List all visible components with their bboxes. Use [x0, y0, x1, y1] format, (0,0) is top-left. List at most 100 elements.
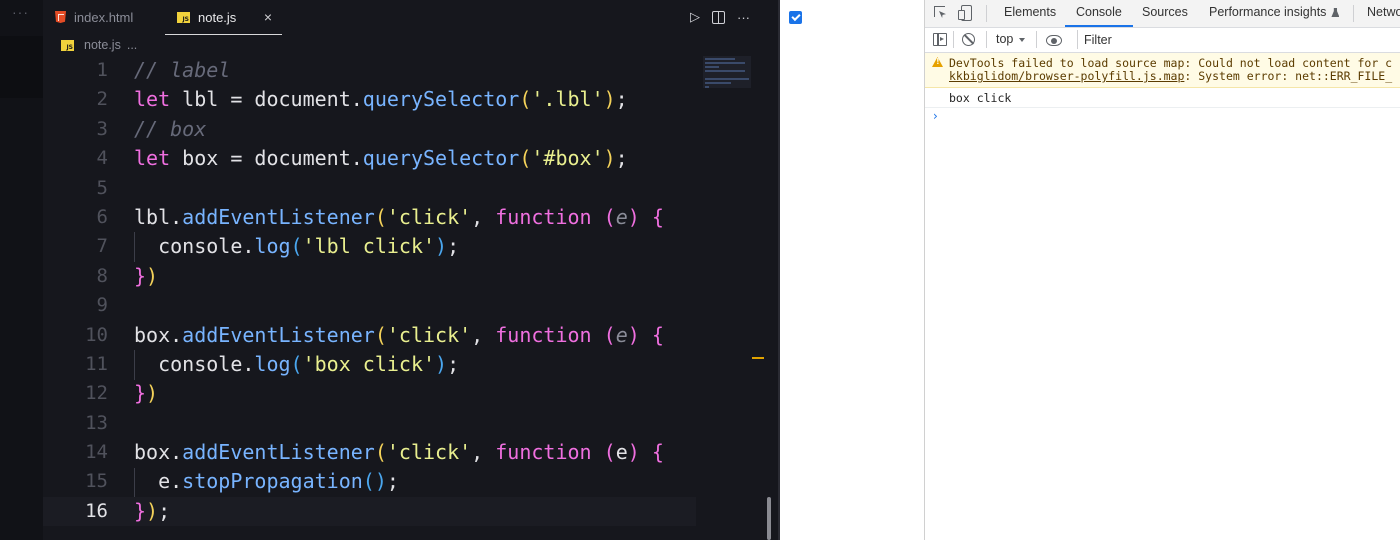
- code-line: 10 box.addEventListener('click', function…: [43, 321, 778, 350]
- code-line-current: 16});: [43, 496, 696, 527]
- divider: [1036, 31, 1037, 48]
- line-number: 13: [85, 411, 108, 434]
- code-text: box.addEventListener('click', function (…: [134, 440, 664, 465]
- tab-label: note.js: [198, 9, 237, 25]
- warning-text-continued: kkbiglidom/browser-polyfill.js.map: Syst…: [949, 69, 1392, 83]
- tab-note-js[interactable]: JS note.js ×: [165, 0, 282, 35]
- code-editor: ··· index.html JS note.js × ▷ ··· JS not…: [0, 0, 778, 540]
- tab-sources[interactable]: Sources: [1142, 0, 1188, 26]
- warning-text-rest: : System error: net::ERR_FILE_: [1184, 69, 1393, 83]
- code-line: 1 // label: [43, 56, 778, 85]
- breadcrumb-file[interactable]: note.js: [84, 38, 121, 52]
- more-icon[interactable]: ···: [12, 4, 29, 20]
- run-icon[interactable]: ▷: [690, 9, 700, 25]
- source-map-link[interactable]: kkbiglidom/browser-polyfill.js.map: [949, 69, 1184, 83]
- js-file-icon: JS: [177, 11, 190, 23]
- tab-elements[interactable]: Elements: [1004, 0, 1056, 26]
- line-number: 14: [85, 441, 108, 464]
- more-actions-icon[interactable]: ···: [737, 10, 750, 25]
- code-text: let box = document.querySelector('#box')…: [134, 146, 628, 171]
- code-text: // box: [134, 116, 207, 141]
- code-line: 14 box.addEventListener('click', function…: [43, 438, 778, 467]
- line-number: 4: [96, 147, 108, 170]
- console-toolbar: top: [925, 28, 1400, 53]
- activity-bar-panel: [0, 36, 43, 98]
- preview-checkbox[interactable]: [789, 11, 802, 24]
- editor-scrollbar[interactable]: [767, 497, 771, 540]
- code-line: 15 e.stopPropagation();: [43, 467, 778, 496]
- filter-input[interactable]: [1077, 30, 1400, 49]
- code-line: 13: [43, 409, 778, 438]
- devtools-tab-bar: Elements Console Sources Performance ins…: [925, 0, 1400, 28]
- code-line: 9: [43, 291, 778, 320]
- flask-icon: [1331, 8, 1340, 17]
- code-area[interactable]: 1 // label 2 let lbl = document.querySelec…: [43, 56, 778, 527]
- console-prompt-icon[interactable]: ›: [933, 109, 938, 123]
- line-number: 11: [85, 352, 108, 375]
- line-number: 5: [96, 176, 108, 199]
- code-text: // label: [134, 58, 231, 82]
- activity-bar: ···: [0, 0, 43, 540]
- code-line: 11 console.log('box click');: [43, 350, 778, 379]
- breadcrumb: JS note.js ...: [61, 38, 137, 52]
- scrollbar-marker: [752, 357, 764, 359]
- chevron-down-icon: [1019, 38, 1025, 42]
- editor-tab-bar: index.html JS note.js × ▷ ···: [43, 0, 778, 35]
- code-text: console.log('lbl click');: [134, 234, 460, 259]
- line-number: 10: [85, 323, 108, 346]
- inspect-element-icon[interactable]: [933, 5, 949, 21]
- tab-console[interactable]: Console: [1065, 0, 1133, 27]
- code-line: 3 // box: [43, 115, 778, 144]
- line-number: 2: [96, 88, 108, 111]
- line-number: 7: [96, 235, 108, 258]
- code-line: 12}): [43, 379, 778, 408]
- devtools-panel: Elements Console Sources Performance ins…: [924, 0, 1400, 540]
- page-preview: [780, 0, 924, 540]
- code-line: 6 lbl.addEventListener('click', function …: [43, 203, 778, 232]
- editor-actions: ▷ ···: [690, 9, 750, 25]
- divider: [953, 31, 954, 48]
- warning-text: DevTools failed to load source map: Coul…: [949, 56, 1393, 70]
- tab-index-html[interactable]: index.html: [43, 0, 165, 34]
- tab-performance-insights[interactable]: Performance insights: [1209, 0, 1340, 26]
- clear-console-icon[interactable]: [962, 33, 975, 46]
- breadcrumb-ellipsis[interactable]: ...: [127, 38, 137, 52]
- code-line: 7 console.log('lbl click');: [43, 232, 778, 261]
- tab-network[interactable]: Netwo: [1367, 0, 1400, 26]
- console-log-message: box click: [925, 88, 1400, 108]
- minimap[interactable]: [705, 58, 751, 92]
- device-toolbar-icon[interactable]: [958, 5, 974, 21]
- close-icon[interactable]: ×: [264, 9, 272, 25]
- line-number: 3: [96, 117, 108, 140]
- line-number: 12: [85, 382, 108, 405]
- line-number: 15: [85, 470, 108, 493]
- code-text: });: [134, 498, 171, 523]
- line-number: 9: [96, 294, 108, 317]
- divider: [1353, 5, 1354, 22]
- divider: [986, 5, 987, 22]
- code-text: }): [134, 381, 159, 406]
- tab-label: index.html: [74, 9, 134, 25]
- live-expression-eye-icon[interactable]: [1046, 35, 1062, 46]
- code-text: let lbl = document.querySelector('.lbl')…: [134, 87, 628, 112]
- divider: [986, 31, 987, 48]
- log-text: box click: [949, 91, 1012, 105]
- split-editor-icon[interactable]: [712, 10, 725, 24]
- code-line: 8}): [43, 262, 778, 291]
- code-text: e.stopPropagation();: [134, 469, 399, 494]
- tab-label: Performance insights: [1209, 5, 1327, 19]
- line-number: 1: [96, 59, 108, 81]
- code-line: 2 let lbl = document.querySelector('.lbl'…: [43, 85, 778, 114]
- console-warning-message: DevTools failed to load source map: Coul…: [925, 53, 1400, 88]
- html5-icon: [55, 11, 66, 23]
- js-file-icon: JS: [61, 39, 74, 51]
- code-line: 4 let box = document.querySelector('#box'…: [43, 144, 778, 173]
- code-text: lbl.addEventListener('click', function (…: [134, 204, 664, 229]
- line-number: 8: [96, 264, 108, 287]
- sidebar-toggle-icon[interactable]: [933, 33, 947, 46]
- context-select[interactable]: top: [996, 28, 1013, 52]
- code-line: 5: [43, 174, 778, 203]
- line-number: 16: [85, 499, 108, 522]
- code-text: console.log('box click');: [134, 351, 460, 376]
- code-text: box.addEventListener('click', function (…: [134, 322, 664, 347]
